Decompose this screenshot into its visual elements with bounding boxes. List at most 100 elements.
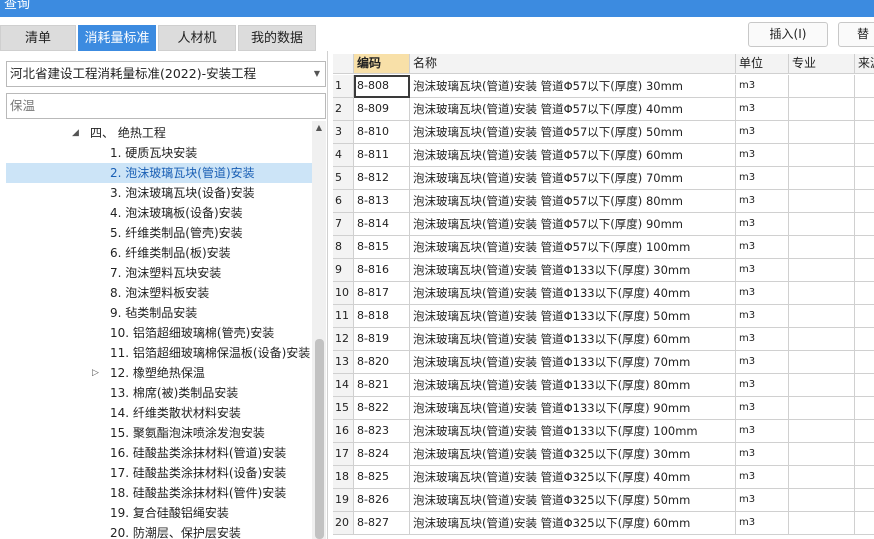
row-number-cell[interactable]: 20 [333,512,354,535]
specialty-cell[interactable] [789,75,855,98]
table-row[interactable]: 1 8-808 泡沫玻璃瓦块(管道)安装 管道Φ57以下(厚度) 30mm m3 [333,75,874,98]
header-name[interactable]: 名称 [410,54,736,74]
insert-button[interactable]: 插入(I) [748,22,828,47]
specialty-cell[interactable] [789,489,855,512]
table-row[interactable]: 9 8-816 泡沫玻璃瓦块(管道)安装 管道Φ133以下(厚度) 30mm m3 [333,259,874,282]
unit-cell[interactable]: m3 [736,282,789,305]
table-row[interactable]: 2 8-809 泡沫玻璃瓦块(管道)安装 管道Φ57以下(厚度) 40mm m3 [333,98,874,121]
replace-button[interactable]: 替 [838,22,874,47]
tab-my-data[interactable]: 我的数据 [238,25,316,51]
row-number-cell[interactable]: 16 [333,420,354,443]
source-cell[interactable] [855,512,874,535]
table-row[interactable]: 7 8-814 泡沫玻璃瓦块(管道)安装 管道Φ57以下(厚度) 90mm m3 [333,213,874,236]
specialty-cell[interactable] [789,259,855,282]
unit-cell[interactable]: m3 [736,512,789,535]
code-cell[interactable]: 8-819 [354,328,410,351]
collapsed-arrow-icon[interactable]: ▷ [92,363,99,383]
table-row[interactable]: 17 8-824 泡沫玻璃瓦块(管道)安装 管道Φ325以下(厚度) 30mm m3 [333,443,874,466]
code-cell[interactable]: 8-822 [354,397,410,420]
row-number-cell[interactable]: 8 [333,236,354,259]
name-cell[interactable]: 泡沫玻璃瓦块(管道)安装 管道Φ325以下(厚度) 40mm [410,466,736,489]
unit-cell[interactable]: m3 [736,489,789,512]
name-cell[interactable]: 泡沫玻璃瓦块(管道)安装 管道Φ325以下(厚度) 30mm [410,443,736,466]
row-number-cell[interactable]: 15 [333,397,354,420]
specialty-cell[interactable] [789,236,855,259]
unit-cell[interactable]: m3 [736,443,789,466]
tree-item[interactable]: 8. 泡沫塑料板安装 [6,283,312,303]
unit-cell[interactable]: m3 [736,98,789,121]
specialty-cell[interactable] [789,282,855,305]
header-source[interactable]: 来源 [855,54,874,74]
name-cell[interactable]: 泡沫玻璃瓦块(管道)安装 管道Φ133以下(厚度) 80mm [410,374,736,397]
name-cell[interactable]: 泡沫玻璃瓦块(管道)安装 管道Φ133以下(厚度) 70mm [410,351,736,374]
expanded-arrow-icon[interactable]: ◢ [72,123,79,143]
row-number-cell[interactable]: 2 [333,98,354,121]
tree-item[interactable]: 18. 硅酸盐类涂抹材料(管件)安装 [6,483,312,503]
tree-item[interactable]: 3. 泡沫玻璃瓦块(设备)安装 [6,183,312,203]
source-cell[interactable] [855,466,874,489]
name-cell[interactable]: 泡沫玻璃瓦块(管道)安装 管道Φ57以下(厚度) 40mm [410,98,736,121]
code-cell[interactable]: 8-816 [354,259,410,282]
tree-item[interactable]: 13. 棉席(被)类制品安装 [6,383,312,403]
code-cell[interactable]: 8-815 [354,236,410,259]
source-cell[interactable] [855,259,874,282]
unit-cell[interactable]: m3 [736,259,789,282]
tree-item[interactable]: 15. 聚氨酯泡沫喷涂发泡安装 [6,423,312,443]
source-cell[interactable] [855,305,874,328]
source-cell[interactable] [855,443,874,466]
header-code[interactable]: 编码 [354,54,410,74]
name-cell[interactable]: 泡沫玻璃瓦块(管道)安装 管道Φ57以下(厚度) 50mm [410,121,736,144]
unit-cell[interactable]: m3 [736,328,789,351]
tree-item[interactable]: 5. 纤维类制品(管壳)安装 [6,223,312,243]
code-cell[interactable]: 8-825 [354,466,410,489]
name-cell[interactable]: 泡沫玻璃瓦块(管道)安装 管道Φ57以下(厚度) 80mm [410,190,736,213]
row-number-cell[interactable]: 7 [333,213,354,236]
tree-item-selected[interactable]: 2. 泡沫玻璃瓦块(管道)安装 [6,163,312,183]
name-cell[interactable]: 泡沫玻璃瓦块(管道)安装 管道Φ57以下(厚度) 100mm [410,236,736,259]
row-number-cell[interactable]: 14 [333,374,354,397]
specialty-cell[interactable] [789,420,855,443]
table-row[interactable]: 19 8-826 泡沫玻璃瓦块(管道)安装 管道Φ325以下(厚度) 50mm m3 [333,489,874,512]
specialty-cell[interactable] [789,213,855,236]
table-row[interactable]: 11 8-818 泡沫玻璃瓦块(管道)安装 管道Φ133以下(厚度) 50mm m3 [333,305,874,328]
row-number-cell[interactable]: 11 [333,305,354,328]
code-cell[interactable]: 8-820 [354,351,410,374]
source-cell[interactable] [855,98,874,121]
code-cell[interactable]: 8-811 [354,144,410,167]
row-number-cell[interactable]: 9 [333,259,354,282]
table-row[interactable]: 14 8-821 泡沫玻璃瓦块(管道)安装 管道Φ133以下(厚度) 80mm m3 [333,374,874,397]
table-row[interactable]: 8 8-815 泡沫玻璃瓦块(管道)安装 管道Φ57以下(厚度) 100mm m3 [333,236,874,259]
name-cell[interactable]: 泡沫玻璃瓦块(管道)安装 管道Φ325以下(厚度) 50mm [410,489,736,512]
table-row[interactable]: 6 8-813 泡沫玻璃瓦块(管道)安装 管道Φ57以下(厚度) 80mm m3 [333,190,874,213]
code-cell[interactable]: 8-824 [354,443,410,466]
code-cell[interactable]: 8-812 [354,167,410,190]
name-cell[interactable]: 泡沫玻璃瓦块(管道)安装 管道Φ57以下(厚度) 60mm [410,144,736,167]
unit-cell[interactable]: m3 [736,351,789,374]
tab-labor-material-machine[interactable]: 人材机 [158,25,236,51]
tree-item[interactable]: 17. 硅酸盐类涂抹材料(设备)安装 [6,463,312,483]
unit-cell[interactable]: m3 [736,144,789,167]
unit-cell[interactable]: m3 [736,167,789,190]
specialty-cell[interactable] [789,328,855,351]
scroll-up-arrow-icon[interactable]: ▲ [312,121,326,135]
source-cell[interactable] [855,190,874,213]
specialty-cell[interactable] [789,144,855,167]
source-cell[interactable] [855,374,874,397]
specialty-cell[interactable] [789,374,855,397]
tree-item[interactable]: 20. 防潮层、保护层安装 [6,523,312,539]
header-unit[interactable]: 单位 [736,54,789,74]
source-cell[interactable] [855,144,874,167]
source-cell[interactable] [855,420,874,443]
source-cell[interactable] [855,236,874,259]
chevron-down-icon[interactable]: ▼ [314,62,320,86]
table-row[interactable]: 18 8-825 泡沫玻璃瓦块(管道)安装 管道Φ325以下(厚度) 40mm m3 [333,466,874,489]
table-row[interactable]: 10 8-817 泡沫玻璃瓦块(管道)安装 管道Φ133以下(厚度) 40mm m3 [333,282,874,305]
table-row[interactable]: 12 8-819 泡沫玻璃瓦块(管道)安装 管道Φ133以下(厚度) 60mm m3 [333,328,874,351]
unit-cell[interactable]: m3 [736,75,789,98]
code-cell[interactable]: 8-808 [354,75,410,98]
row-number-cell[interactable]: 10 [333,282,354,305]
tree-item[interactable]: 19. 复合硅酸铝绳安装 [6,503,312,523]
tree-item[interactable]: 16. 硅酸盐类涂抹材料(管道)安装 [6,443,312,463]
code-cell[interactable]: 8-823 [354,420,410,443]
unit-cell[interactable]: m3 [736,121,789,144]
